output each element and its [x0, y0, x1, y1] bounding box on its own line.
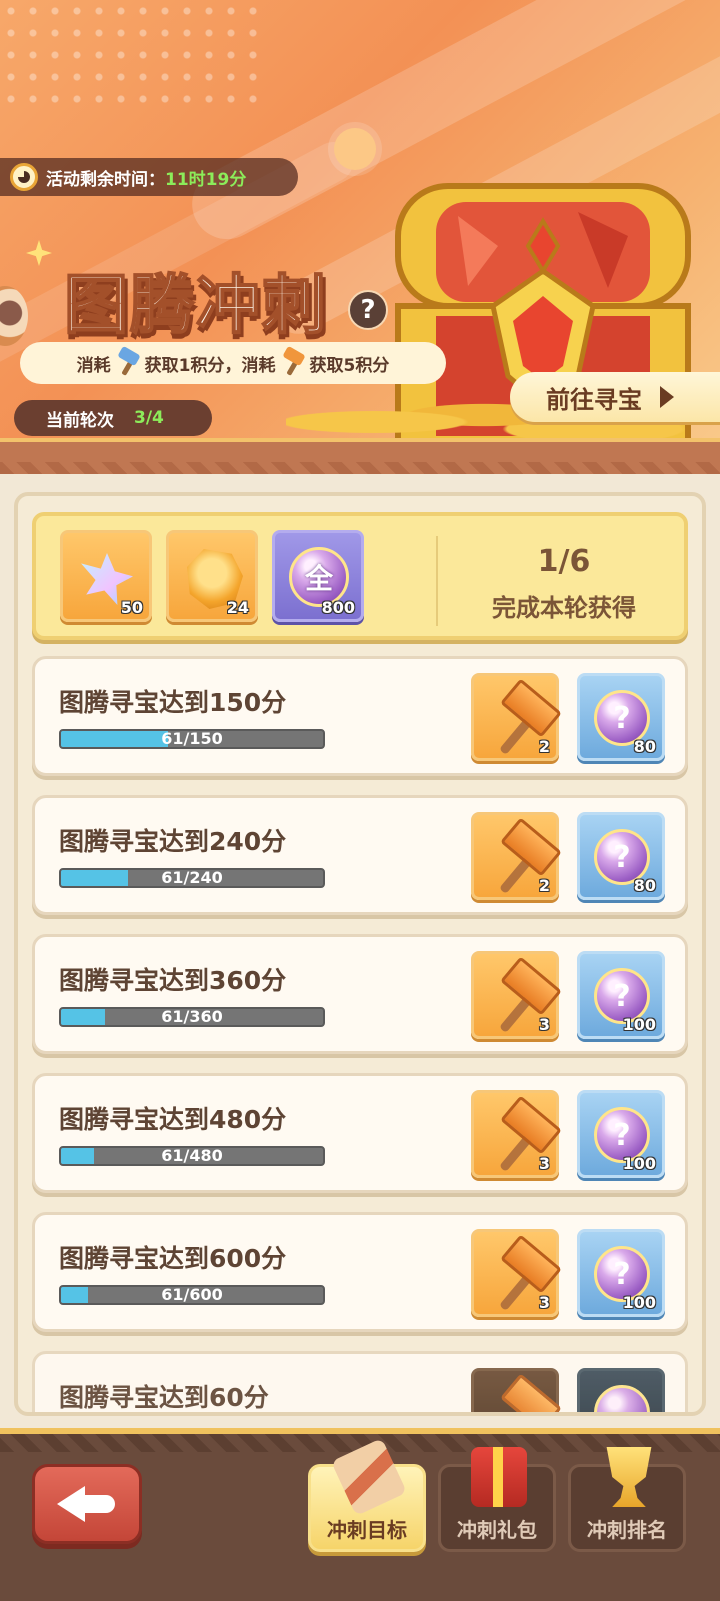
play-arrow-icon: [660, 386, 674, 408]
task-card: 图腾寻宝达到240分 61/240 2 ? 80: [32, 795, 688, 915]
reward-hammer[interactable]: 2: [471, 673, 559, 761]
item-count: 3: [538, 1154, 550, 1173]
tab-sprint-goals[interactable]: 冲刺目标: [308, 1437, 426, 1552]
hammer-icon: [484, 1379, 558, 1412]
item-count: 2: [538, 876, 550, 895]
task-title: 图腾寻宝达到480分: [59, 1105, 287, 1134]
task-card: 图腾寻宝达到150分 61/150 2 ? 80: [32, 656, 688, 776]
task-card: 图腾寻宝达到360分 61/360 3 ? 100: [32, 934, 688, 1054]
tab-label: 冲刺礼包: [457, 1518, 537, 1542]
current-round: 当前轮次 3/4: [14, 400, 212, 436]
reward-mystery-orb[interactable]: ? 100: [577, 1229, 665, 1317]
scoring-rule: 消耗 获取1积分，消耗 获取5积分: [20, 342, 446, 384]
item-count: 800: [321, 598, 355, 617]
flower-decoration: [334, 128, 376, 170]
task-title: 图腾寻宝达到60分: [59, 1383, 269, 1412]
task-title: 图腾寻宝达到360分: [59, 966, 287, 995]
item-count: 50: [120, 598, 143, 617]
clock-icon: [10, 163, 38, 191]
rule-consume-label: 消耗: [76, 355, 111, 376]
round-reward-item-1[interactable]: 50: [60, 530, 152, 622]
tab-label: 冲刺排名: [587, 1518, 667, 1542]
task-title: 图腾寻宝达到240分: [59, 827, 287, 856]
timer-value: 11时19分: [165, 169, 247, 190]
progress-text: 61/600: [161, 1285, 223, 1304]
reward-mystery-orb[interactable]: ? 80: [577, 812, 665, 900]
event-timer: 活动剩余时间： 11时19分: [0, 158, 298, 196]
orange-hammer-icon: [280, 350, 306, 376]
round-progress: 1/6: [537, 544, 591, 579]
reward-hammer[interactable]: 3: [471, 951, 559, 1039]
progress-text: 61/480: [161, 1146, 223, 1165]
round-reward-banner: 50 24 全 800 1/6 完成本轮获得: [32, 512, 688, 640]
reward-hammer[interactable]: 3: [471, 1229, 559, 1317]
item-count: 24: [226, 598, 249, 617]
task-card: 图腾寻宝达到480分 61/480 3 ? 100: [32, 1073, 688, 1193]
round-reward-item-2[interactable]: 24: [166, 530, 258, 622]
round-label: 当前轮次: [46, 410, 114, 431]
task-card: 图腾寻宝达到60分: [32, 1351, 688, 1412]
blue-hammer-icon: [115, 350, 141, 376]
dot-pattern: [0, 0, 260, 110]
reward-hammer[interactable]: 2: [471, 812, 559, 900]
reward-hammer[interactable]: 3: [471, 1090, 559, 1178]
progress-text: 61/240: [161, 868, 223, 887]
task-title: 图腾寻宝达到600分: [59, 1244, 287, 1273]
item-count: 100: [622, 1154, 656, 1173]
item-count: 100: [622, 1015, 656, 1034]
item-count: 3: [538, 1015, 550, 1034]
task-progress-bar: 61/150: [59, 729, 325, 749]
reward-hammer[interactable]: [471, 1368, 559, 1412]
bottom-nav: 冲刺目标 冲刺礼包 冲刺排名: [0, 1428, 720, 1601]
rule-get1-label: 获取1积分，消耗: [144, 355, 276, 376]
reward-mystery-orb[interactable]: [577, 1368, 665, 1412]
gift-icon: [471, 1447, 527, 1507]
task-progress-bar: 61/480: [59, 1146, 325, 1166]
panel-header-border: [0, 438, 720, 474]
rule-get2-label: 获取5积分: [309, 355, 390, 376]
tab-sprint-ranking[interactable]: 冲刺排名: [568, 1447, 686, 1552]
goto-treasure-button[interactable]: 前往寻宝: [510, 372, 720, 422]
timer-label: 活动剩余时间：: [46, 169, 165, 190]
item-count: 2: [538, 737, 550, 756]
task-progress-bar: 61/360: [59, 1007, 325, 1027]
progress-text: 61/150: [161, 729, 223, 748]
progress-text: 61/360: [161, 1007, 223, 1026]
round-reward-item-3[interactable]: 全 800: [272, 530, 364, 622]
reward-mystery-orb[interactable]: ? 100: [577, 951, 665, 1039]
task-progress-bar: 61/240: [59, 868, 325, 888]
task-progress-bar: 61/600: [59, 1285, 325, 1305]
event-banner: 活动剩余时间： 11时19分 图腾冲刺 ? 消耗 获取1积分，消耗 获取5积分 …: [0, 0, 720, 450]
back-button[interactable]: [32, 1464, 142, 1544]
reward-mystery-orb[interactable]: ? 80: [577, 673, 665, 761]
task-title: 图腾寻宝达到150分: [59, 688, 287, 717]
tab-sprint-gift[interactable]: 冲刺礼包: [438, 1447, 556, 1552]
goto-treasure-label: 前往寻宝: [546, 385, 642, 414]
back-arrow-icon: [57, 1484, 117, 1524]
scroll-icon: [330, 1437, 408, 1517]
round-value: 3/4: [134, 408, 164, 428]
event-title: 图腾冲刺: [63, 268, 328, 344]
reward-mystery-orb[interactable]: ? 100: [577, 1090, 665, 1178]
tab-label: 冲刺目标: [327, 1518, 407, 1542]
sparkle-icon: [26, 240, 52, 266]
item-count: 3: [538, 1293, 550, 1312]
item-count: 80: [633, 876, 656, 895]
item-count: 100: [622, 1293, 656, 1312]
mystery-orb-icon: [594, 1385, 650, 1412]
item-count: 80: [633, 737, 656, 756]
round-caption: 完成本轮获得: [492, 594, 636, 622]
task-card: 图腾寻宝达到600分 61/600 3 ? 100: [32, 1212, 688, 1332]
trophy-icon: [606, 1447, 652, 1507]
task-panel[interactable]: 50 24 全 800 1/6 完成本轮获得 图腾寻宝达到150分 61/150…: [14, 492, 706, 1416]
